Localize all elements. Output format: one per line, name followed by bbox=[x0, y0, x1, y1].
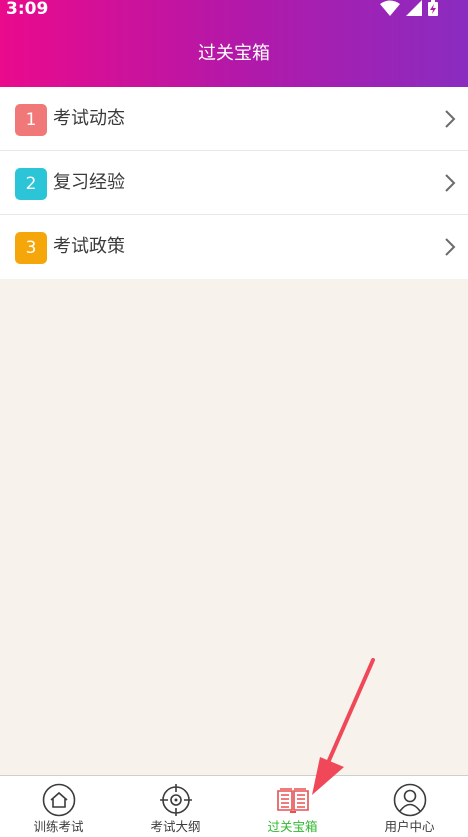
chevron-right-icon bbox=[445, 238, 456, 256]
number-badge: 3 bbox=[15, 232, 47, 264]
status-icons bbox=[380, 0, 438, 16]
tab-label: 考试大纲 bbox=[150, 819, 201, 834]
chevron-right-icon bbox=[445, 174, 456, 192]
app-header: 3:09 过关宝箱 bbox=[0, 0, 468, 87]
home-icon bbox=[42, 783, 75, 817]
list-item-exam-news[interactable]: 1 考试动态 bbox=[0, 87, 468, 151]
tab-label: 用户中心 bbox=[384, 819, 435, 834]
battery-icon bbox=[428, 0, 438, 16]
list-item-exam-policy[interactable]: 3 考试政策 bbox=[0, 215, 468, 279]
number-badge: 2 bbox=[15, 168, 47, 200]
tab-exam-outline[interactable]: 考试大纲 bbox=[117, 776, 234, 837]
tab-label: 过关宝箱 bbox=[267, 819, 318, 834]
tab-pass-treasure-box[interactable]: 过关宝箱 bbox=[234, 776, 351, 837]
wifi-icon bbox=[380, 0, 400, 16]
status-time: 3:09 bbox=[6, 0, 49, 19]
user-icon bbox=[393, 783, 426, 817]
bottom-tab-bar: 训练考试 考试大纲 过关宝箱 用户中心 bbox=[0, 775, 468, 837]
chevron-right-icon bbox=[445, 110, 456, 128]
tab-label: 训练考试 bbox=[33, 819, 84, 834]
list-item-label: 复习经验 bbox=[53, 172, 125, 193]
page-title: 过关宝箱 bbox=[198, 43, 270, 64]
list-item-label: 考试政策 bbox=[53, 236, 125, 257]
number-badge: 1 bbox=[15, 104, 47, 136]
tab-training-exam[interactable]: 训练考试 bbox=[0, 776, 117, 837]
signal-icon bbox=[406, 0, 422, 16]
target-icon bbox=[159, 784, 192, 816]
topic-list: 1 考试动态 2 复习经验 3 考试政策 bbox=[0, 87, 468, 279]
book-icon bbox=[276, 788, 309, 813]
tab-user-center[interactable]: 用户中心 bbox=[351, 776, 468, 837]
list-item-review-experience[interactable]: 2 复习经验 bbox=[0, 151, 468, 215]
list-item-label: 考试动态 bbox=[53, 108, 125, 129]
